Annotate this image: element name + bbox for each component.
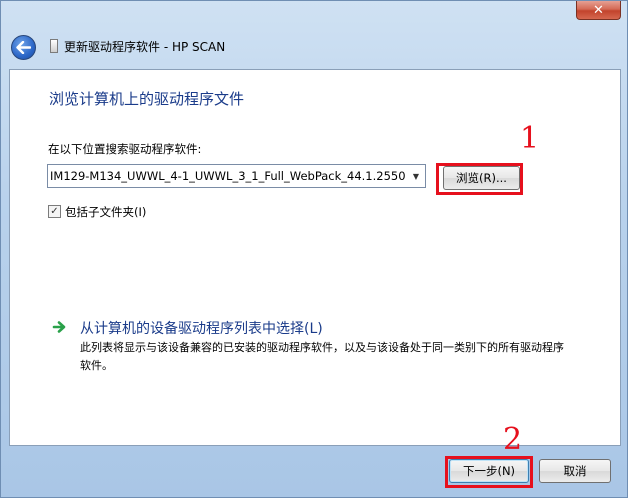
path-combobox[interactable]: IM129-M134_UWWL_4-1_UWWL_3_1_Full_WebPac… [47, 164, 426, 188]
include-subfolders-checkbox[interactable]: ✓ [48, 205, 61, 218]
pick-from-list-description: 此列表将显示与该设备兼容的已安装的驱动程序软件，以及与该设备处于同一类别下的所有… [80, 341, 564, 372]
search-location-label: 在以下位置搜索驱动程序软件: [48, 142, 202, 156]
green-arrow-icon [52, 321, 66, 333]
browse-button[interactable]: 浏览(R)... [443, 166, 520, 190]
include-subfolders-label: 包括子文件夹(I) [65, 205, 147, 219]
dialog-window: ✕ 更新驱动程序软件 - HP SCAN 浏览计算机上的驱动程序文件 在以下位置… [0, 0, 628, 498]
window-title: 更新驱动程序软件 - HP SCAN [64, 40, 226, 54]
device-icon [50, 39, 58, 53]
back-arrow-icon [16, 41, 31, 54]
page-heading: 浏览计算机上的驱动程序文件 [49, 90, 245, 108]
path-input[interactable]: IM129-M134_UWWL_4-1_UWWL_3_1_Full_WebPac… [50, 169, 405, 183]
cancel-button[interactable]: 取消 [539, 459, 611, 483]
callout-number-2: 2 [503, 422, 523, 457]
callout-number-1: 1 [520, 121, 540, 156]
back-button[interactable] [11, 35, 36, 60]
next-button[interactable]: 下一步(N) [449, 459, 529, 483]
close-button[interactable]: ✕ [576, 1, 621, 20]
dropdown-arrow-icon[interactable]: ▼ [409, 169, 423, 183]
pick-from-list-link[interactable]: 从计算机的设备驱动程序列表中选择(L) [80, 318, 323, 338]
